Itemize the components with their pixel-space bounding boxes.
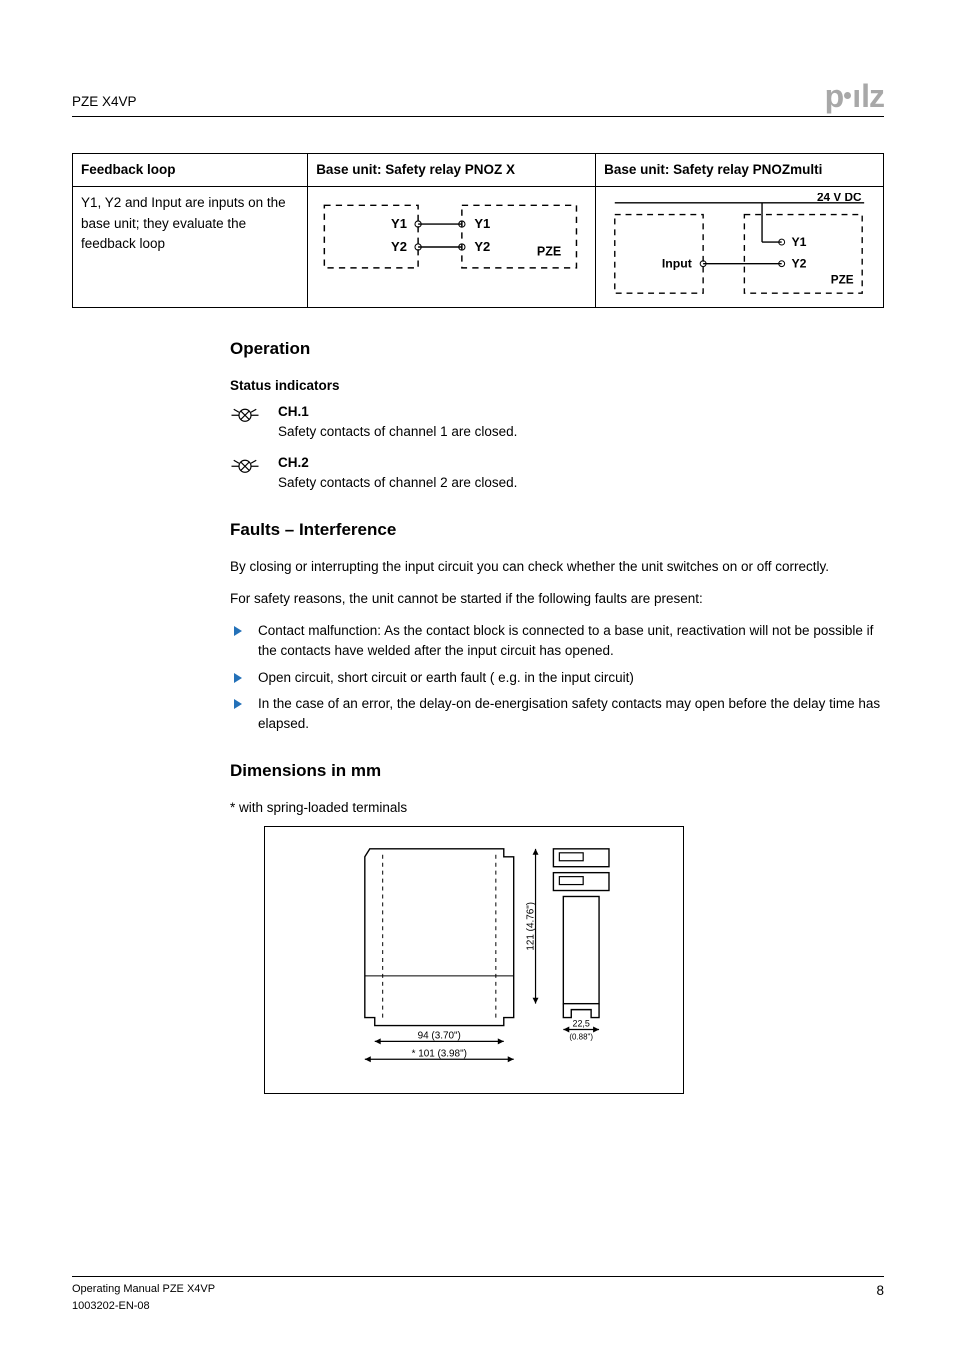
faults-p2: For safety reasons, the unit cannot be s… [230, 589, 884, 609]
lbl-y2-right: Y2 [475, 239, 491, 254]
ch2-text: Safety contacts of channel 2 are closed. [278, 473, 517, 493]
page-footer: Operating Manual PZE X4VP 1003202-EN-08 … [72, 1276, 884, 1314]
dimensions-diagram: 94 (3.70") * 101 (3.98") 121 (4.76") 22,… [264, 826, 684, 1094]
lamp-icon [230, 453, 260, 484]
status-ch1-row: CH.1 Safety contacts of channel 1 are cl… [230, 402, 884, 443]
status-indicators-title: Status indicators [230, 376, 884, 396]
td-diagram-pnoz-x: Y1 Y2 Y1 Y2 PZE [308, 187, 596, 308]
dim-h: 121 (4.76") [526, 902, 537, 951]
lbl-y1-left: Y1 [391, 216, 407, 231]
lbl-m-pze: PZE [831, 274, 854, 287]
hdr-product: PZE X4VP [72, 92, 137, 112]
dimensions-note: * with spring-loaded terminals [230, 798, 884, 818]
lbl-y1-right: Y1 [475, 216, 491, 231]
fault-item: In the case of an error, the delay-on de… [230, 694, 884, 735]
faults-list: Contact malfunction: As the contact bloc… [230, 621, 884, 734]
th-pnoz-x: Base unit: Safety relay PNOZ X [308, 154, 596, 187]
td-diagram-pnozmulti: 24 V DC Y1 Input Y2 PZE [596, 187, 884, 308]
page-header: PZE X4VP pılz [72, 80, 884, 117]
lbl-m-input: Input [662, 257, 692, 271]
fault-item: Contact malfunction: As the contact bloc… [230, 621, 884, 662]
pnozmulti-diagram-icon: 24 V DC Y1 Input Y2 PZE [604, 193, 875, 301]
ch1-title: CH.1 [278, 402, 517, 422]
dim-d: 22,5 [573, 1019, 590, 1029]
lbl-m-y2: Y2 [792, 257, 807, 271]
lbl-24vdc: 24 V DC [817, 193, 862, 204]
lbl-m-y1: Y1 [792, 235, 807, 249]
lamp-icon [230, 402, 260, 433]
footer-docnum: 1003202-EN-08 [72, 1298, 215, 1315]
dim-w1: 94 (3.70") [418, 1030, 461, 1041]
lbl-pze: PZE [537, 245, 561, 259]
operation-title: Operation [230, 336, 884, 362]
feedback-loop-table: Feedback loop Base unit: Safety relay PN… [72, 153, 884, 308]
footer-title: Operating Manual PZE X4VP [72, 1281, 215, 1298]
ch1-text: Safety contacts of channel 1 are closed. [278, 422, 517, 442]
th-pnozmulti: Base unit: Safety relay PNOZmulti [596, 154, 884, 187]
fault-item: Open circuit, short circuit or earth fau… [230, 668, 884, 688]
ch2-title: CH.2 [278, 453, 517, 473]
faults-title: Faults – Interference [230, 517, 884, 543]
dim-d2: (0.88") [569, 1032, 593, 1041]
faults-p1: By closing or interrupting the input cir… [230, 557, 884, 577]
td-desc: Y1, Y2 and Input are inputs on the base … [73, 187, 308, 308]
dimensions-title: Dimensions in mm [230, 758, 884, 784]
pnoz-x-diagram-icon: Y1 Y2 Y1 Y2 PZE [316, 193, 587, 301]
brand-logo: pılz [825, 80, 884, 112]
dim-w2: * 101 (3.98") [412, 1048, 467, 1059]
lbl-y2-left: Y2 [391, 239, 407, 254]
th-feedback-loop: Feedback loop [73, 154, 308, 187]
status-ch2-row: CH.2 Safety contacts of channel 2 are cl… [230, 453, 884, 494]
page-number: 8 [876, 1281, 884, 1301]
